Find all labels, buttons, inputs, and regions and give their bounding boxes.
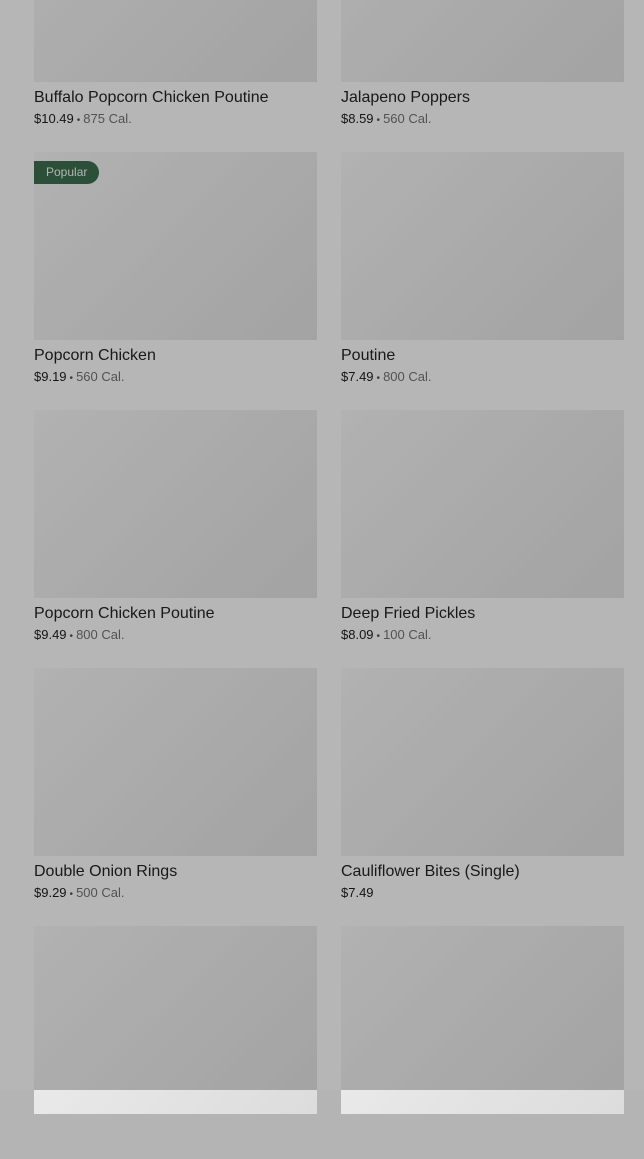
menu-item-image: Popular [34,152,317,340]
menu-item-price: $9.49 [34,627,67,642]
menu-item-price: $7.49 [341,369,374,384]
bullet-separator: • [69,889,74,900]
menu-item-calories: 800 Cal. [383,369,432,384]
menu-item-calories: 100 Cal. [383,627,432,642]
menu-item-price: $10.49 [34,111,74,126]
menu-item-card[interactable]: Popcorn Chicken Poutine $9.49 • 800 Cal. [34,410,317,643]
menu-item-calories: 500 Cal. [76,885,125,900]
menu-item-calories: 875 Cal. [83,111,132,126]
menu-item-calories: 560 Cal. [76,369,125,384]
bullet-separator: • [69,631,74,642]
menu-item-image [341,668,624,856]
bullet-separator: • [376,115,381,126]
menu-item-meta: $7.49 • 800 Cal. [341,369,624,387]
menu-item-price: $8.59 [341,111,374,126]
menu-item-card[interactable] [34,926,317,1159]
menu-item-meta: $10.49 • 875 Cal. [34,111,317,129]
menu-item-card[interactable]: Popular Popcorn Chicken $9.19 • 560 Cal. [34,152,317,385]
menu-item-name: Deep Fried Pickles [341,605,476,622]
menu-item-card[interactable]: Jalapeno Poppers $8.59 • 560 Cal. [341,0,624,127]
bullet-separator: • [69,373,74,384]
menu-item-card[interactable]: Double Onion Rings $9.29 • 500 Cal. [34,668,317,901]
bullet-separator: • [376,373,381,384]
menu-item-image [34,0,317,82]
menu-item-meta: $9.49 • 800 Cal. [34,627,317,645]
menu-item-name: Popcorn Chicken [34,347,156,364]
popular-badge: Popular [34,161,100,184]
menu-item-image [341,0,624,82]
menu-item-image [341,410,624,598]
menu-item-name: Jalapeno Poppers [341,89,470,106]
menu-item-image [34,926,317,1114]
menu-item-calories: 800 Cal. [76,627,125,642]
menu-item-name: Double Onion Rings [34,863,178,880]
menu-item-image [341,926,624,1114]
menu-item-price: $9.19 [34,369,67,384]
menu-item-card[interactable]: Cauliflower Bites (Single) $7.49 [341,668,624,901]
menu-item-price: $7.49 [341,885,374,900]
bullet-separator: • [376,631,381,642]
menu-item-meta: $9.19 • 560 Cal. [34,369,317,387]
menu-page: Buffalo Popcorn Chicken Poutine $10.49 • 8… [0,0,644,1114]
menu-item-name: Cauliflower Bites (Single) [341,863,520,880]
menu-item-card[interactable]: Deep Fried Pickles $8.09 • 100 Cal. [341,410,624,643]
menu-item-price: $9.29 [34,885,67,900]
bullet-separator: • [76,115,81,126]
menu-item-price: $8.09 [341,627,374,642]
menu-item-meta: $7.49 [341,885,624,901]
menu-item-meta: $8.59 • 560 Cal. [341,111,624,129]
menu-item-card[interactable]: Poutine $7.49 • 800 Cal. [341,152,624,385]
menu-item-name: Poutine [341,347,396,364]
menu-item-grid: Buffalo Popcorn Chicken Poutine $10.49 • 8… [34,0,624,1159]
menu-item-image [341,152,624,340]
menu-item-meta: $9.29 • 500 Cal. [34,885,317,903]
menu-item-image [34,410,317,598]
menu-item-image [34,668,317,856]
menu-item-card[interactable]: Buffalo Popcorn Chicken Poutine $10.49 • 8… [34,0,317,127]
menu-item-meta: $8.09 • 100 Cal. [341,627,624,645]
menu-item-name: Popcorn Chicken Poutine [34,605,215,622]
menu-item-calories: 560 Cal. [383,111,432,126]
menu-item-card[interactable] [341,926,624,1159]
menu-item-name: Buffalo Popcorn Chicken Poutine [34,89,269,106]
